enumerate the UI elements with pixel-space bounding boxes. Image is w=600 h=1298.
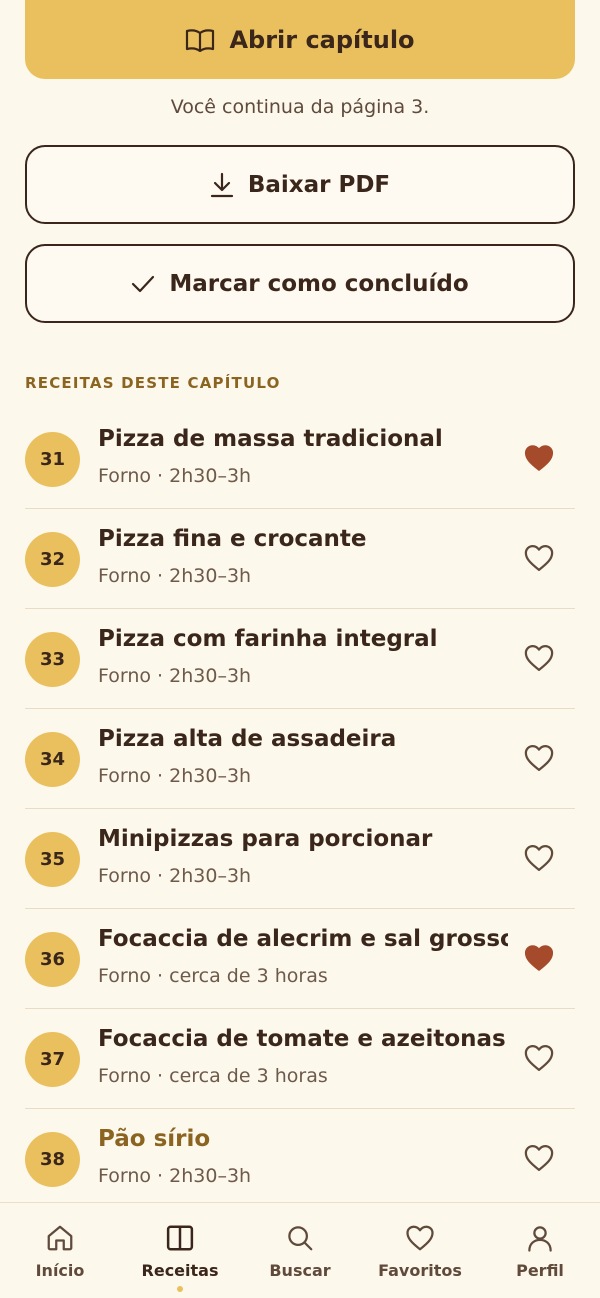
recipe-title: Minipizzas para porcionar: [98, 826, 433, 852]
open-chapter-button[interactable]: Abrir capítulo: [25, 0, 575, 79]
nav-item-perfil[interactable]: Perfil: [480, 1203, 600, 1298]
nav-label: Perfil: [516, 1261, 564, 1280]
heart-outline-icon[interactable]: [523, 542, 555, 574]
recipe-row[interactable]: 35 Minipizzas para porcionar Forno · 2h3…: [25, 809, 575, 909]
recipe-title: Pizza com farinha integral: [98, 626, 438, 652]
active-indicator-dot: [177, 1286, 183, 1292]
heart-filled-icon[interactable]: [523, 942, 555, 974]
nav-label: Início: [35, 1261, 85, 1280]
nav-label: Favoritos: [378, 1261, 462, 1280]
recipe-title: Pizza de massa tradicional: [98, 426, 443, 452]
heart-filled-icon[interactable]: [523, 442, 555, 474]
nav-item-buscar[interactable]: Buscar: [240, 1203, 360, 1298]
home-icon: [45, 1223, 75, 1257]
download-icon: [210, 172, 234, 198]
recipe-meta: Forno · 2h30–3h: [98, 465, 252, 487]
recipe-row[interactable]: 38 Pão sírio Forno · 2h30–3h: [25, 1109, 575, 1209]
mark-done-button[interactable]: Marcar como concluído: [25, 244, 575, 323]
recipe-meta: Forno · 2h30–3h: [98, 1165, 252, 1187]
recipe-number-badge: 37: [25, 1032, 80, 1087]
recipe-title: Focaccia de alecrim e sal grosso: [98, 926, 508, 952]
mark-done-label: Marcar como concluído: [169, 270, 469, 297]
nav-item-favoritos[interactable]: Favoritos: [360, 1203, 480, 1298]
recipe-title: Pizza alta de assadeira: [98, 726, 397, 752]
heart-outline-icon[interactable]: [523, 1042, 555, 1074]
heart-outline-icon[interactable]: [523, 642, 555, 674]
nav-label: Receitas: [141, 1261, 219, 1280]
bottom-nav: Início Receitas Buscar Favoritos Perfil: [0, 1202, 600, 1298]
nav-label: Buscar: [269, 1261, 331, 1280]
recipe-meta: Forno · 2h30–3h: [98, 865, 252, 887]
recipe-list: 31 Pizza de massa tradicional Forno · 2h…: [25, 409, 575, 1209]
recipe-meta: Forno · 2h30–3h: [98, 665, 252, 687]
recipe-row[interactable]: 36 Focaccia de alecrim e sal grosso Forn…: [25, 909, 575, 1009]
book-icon: [165, 1223, 195, 1257]
recipe-number-badge: 34: [25, 732, 80, 787]
recipe-row[interactable]: 31 Pizza de massa tradicional Forno · 2h…: [25, 409, 575, 509]
screen: Abrir capítulo Você continua da página 3…: [0, 0, 600, 1298]
download-pdf-button[interactable]: Baixar PDF: [25, 145, 575, 224]
recipe-title: Pizza fina e crocante: [98, 526, 367, 552]
recipe-number-badge: 32: [25, 532, 80, 587]
user-icon: [525, 1223, 555, 1257]
recipe-meta: Forno · cerca de 3 horas: [98, 1065, 328, 1087]
section-title: RECEITAS DESTE CAPÍTULO: [25, 374, 281, 392]
recipe-row[interactable]: 32 Pizza fina e crocante Forno · 2h30–3h: [25, 509, 575, 609]
heart-outline-icon[interactable]: [523, 1142, 555, 1174]
recipe-row[interactable]: 34 Pizza alta de assadeira Forno · 2h30–…: [25, 709, 575, 809]
open-book-icon: [185, 28, 215, 52]
recipe-title: Focaccia de tomate e azeitonas: [98, 1026, 506, 1052]
open-chapter-label: Abrir capítulo: [229, 25, 415, 54]
heart-icon: [405, 1223, 435, 1257]
recipe-meta: Forno · 2h30–3h: [98, 565, 252, 587]
recipe-number-badge: 38: [25, 1132, 80, 1187]
nav-item-receitas[interactable]: Receitas: [120, 1203, 240, 1298]
recipe-title: Pão sírio: [98, 1126, 211, 1152]
resume-text: Você continua da página 3.: [170, 96, 430, 118]
download-pdf-label: Baixar PDF: [247, 171, 391, 198]
nav-item-inicio[interactable]: Início: [0, 1203, 120, 1298]
recipe-number-badge: 35: [25, 832, 80, 887]
recipe-row[interactable]: 37 Focaccia de tomate e azeitonas Forno …: [25, 1009, 575, 1109]
heart-outline-icon[interactable]: [523, 742, 555, 774]
search-icon: [285, 1223, 315, 1257]
recipe-number-badge: 36: [25, 932, 80, 987]
heart-outline-icon[interactable]: [523, 842, 555, 874]
check-icon: [131, 274, 155, 294]
recipe-meta: Forno · 2h30–3h: [98, 765, 252, 787]
recipe-number-badge: 33: [25, 632, 80, 687]
recipe-meta: Forno · cerca de 3 horas: [98, 965, 328, 987]
recipe-row[interactable]: 33 Pizza com farinha integral Forno · 2h…: [25, 609, 575, 709]
recipe-number-badge: 31: [25, 432, 80, 487]
